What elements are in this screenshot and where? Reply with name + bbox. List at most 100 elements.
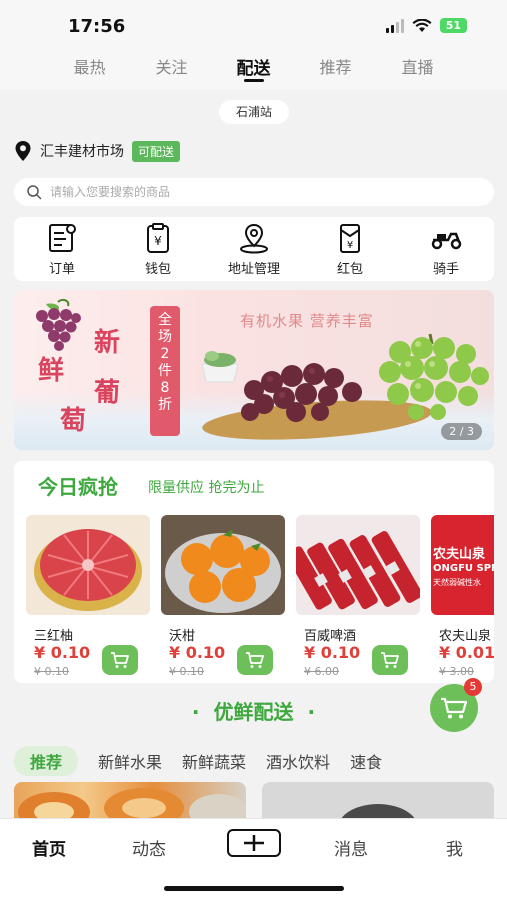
promo-discount-box: 全 场 2 件 8 折 <box>150 306 180 436</box>
deliverable-badge: 可配送 <box>132 140 181 162</box>
product-name: 沃柑 <box>169 629 196 644</box>
status-time: 17:56 <box>68 16 126 37</box>
feed-card[interactable] <box>262 782 494 852</box>
quick-label: 地址管理 <box>227 261 280 277</box>
order-icon <box>49 223 76 252</box>
feed-card[interactable] <box>14 782 246 822</box>
wallet-icon: ¥ <box>147 222 169 253</box>
category-tab-recommend[interactable]: 推荐 <box>14 746 79 776</box>
category-tab-drinks[interactable]: 酒水饮料 <box>266 749 330 773</box>
nav-home[interactable]: 首页 <box>32 835 66 860</box>
cart-icon <box>246 652 264 668</box>
product-original-price: ¥ 6.00 <box>304 665 339 678</box>
add-to-cart-button[interactable] <box>372 645 408 675</box>
product-price: ¥ 0.10 <box>304 643 361 662</box>
svg-text:¥: ¥ <box>154 234 162 248</box>
cart-icon <box>111 652 129 668</box>
plus-icon <box>244 835 264 851</box>
cart-icon <box>381 652 399 668</box>
product-original-price: ¥ 3.00 <box>439 665 474 678</box>
water-label-sub: 天然弱碱性水 <box>433 578 481 587</box>
promo-char: 8 <box>160 380 170 396</box>
search-icon <box>27 185 42 200</box>
product-card[interactable]: 三红柚 ¥ 0.10 ¥ 0.10 <box>26 515 150 678</box>
banner-title-char: 新 <box>94 328 121 358</box>
product-original-price: ¥ 0.10 <box>169 665 204 678</box>
category-tab-fruit[interactable]: 新鲜水果 <box>98 749 162 773</box>
search-input[interactable] <box>50 185 450 199</box>
banner-slogan: 有机水果 营养丰富 <box>240 312 374 330</box>
category-tab-vegetables[interactable]: 新鲜蔬菜 <box>182 749 246 773</box>
product-image <box>338 804 418 852</box>
station-selector[interactable]: 石浦站 <box>219 100 289 124</box>
location-icon <box>240 223 268 253</box>
tab-follow[interactable]: 关注 <box>131 48 213 90</box>
banner-title-char: 鲜 <box>38 356 65 386</box>
add-to-cart-button[interactable] <box>237 645 273 675</box>
beer-image <box>296 515 420 615</box>
product-price: ¥ 0.10 <box>34 643 91 662</box>
cart-count-badge: 5 <box>464 678 482 696</box>
banner-title-char: 萄 <box>60 406 87 436</box>
heading-dot: · <box>307 700 316 724</box>
tab-hot[interactable]: 最热 <box>49 48 131 90</box>
product-price: ¥ 0.10 <box>169 643 226 662</box>
quick-label: 骑手 <box>432 261 459 277</box>
pumpkin-image <box>18 788 246 822</box>
quick-item-order[interactable]: 订单 <box>22 222 102 277</box>
tab-recommend[interactable]: 推荐 <box>295 48 377 90</box>
product-original-price: ¥ 0.10 <box>34 665 69 678</box>
svg-text:¥: ¥ <box>347 240 353 251</box>
section-heading-text: 优鲜配送 <box>213 700 294 724</box>
promo-char: 件 <box>158 363 172 379</box>
product-name: 三红柚 <box>34 629 74 644</box>
flash-sale-card: 今日疯抢 限量供应 抢完为止 三红柚 ¥ 0.10 ¥ 0.10 沃柑 ¥ 0.… <box>14 461 494 683</box>
section-heading: · 优鲜配送 · <box>0 696 507 725</box>
product-card[interactable]: 百威啤酒 ¥ 0.10 ¥ 6.00 <box>296 515 420 678</box>
quick-menu: 订单 ¥ 钱包 地址管理 ¥ 红包 骑手 <box>14 217 494 281</box>
battery-indicator: 51 <box>439 18 467 33</box>
product-name: 百威啤酒 <box>304 629 357 644</box>
green-grapes-image <box>379 333 489 420</box>
scooter-icon <box>431 232 462 249</box>
product-name: 农夫山泉 <box>439 629 492 644</box>
promo-banner[interactable]: 新 鲜 葡 萄 全 场 2 件 8 折 有机水果 营养丰富 2 / 3 <box>14 290 494 450</box>
promo-char: 2 <box>160 346 170 362</box>
add-to-cart-button[interactable] <box>102 645 138 675</box>
quick-item-address[interactable]: 地址管理 <box>214 222 294 277</box>
search-bar[interactable] <box>14 178 494 206</box>
category-tabs: 推荐 新鲜水果 新鲜蔬菜 酒水饮料 速食 <box>14 746 507 776</box>
location-name: 汇丰建材市场 <box>40 144 124 160</box>
quick-item-wallet[interactable]: ¥ 钱包 <box>118 222 198 277</box>
tab-delivery[interactable]: 配送 <box>213 48 295 90</box>
quick-item-red-envelope[interactable]: ¥ 红包 <box>310 222 390 277</box>
nav-publish-button[interactable] <box>227 829 281 857</box>
quick-label: 红包 <box>336 261 363 277</box>
product-card[interactable]: 农夫山泉 ONGFU SPRING 天然弱碱性水 农夫山泉 ¥ 0.01 ¥ 3… <box>431 515 494 678</box>
water-image: 农夫山泉 ONGFU SPRING 天然弱碱性水 <box>431 515 494 615</box>
top-tabs: 最热 关注 配送 推荐 直播 <box>0 48 507 90</box>
category-tab-instant[interactable]: 速食 <box>350 749 382 773</box>
banner-title-char: 葡 <box>94 378 121 408</box>
promo-char: 全 <box>158 312 172 328</box>
tab-live[interactable]: 直播 <box>377 48 459 90</box>
nav-me[interactable]: 我 <box>446 835 463 860</box>
location-pin-icon <box>15 141 31 161</box>
location-row[interactable]: 汇丰建材市场 可配送 <box>14 140 181 162</box>
flash-sale-subtitle: 限量供应 抢完为止 <box>148 480 265 496</box>
dark-grapes-image <box>241 363 362 422</box>
product-card[interactable]: 沃柑 ¥ 0.10 ¥ 0.10 <box>161 515 285 678</box>
mandarin-image <box>161 515 285 615</box>
promo-char: 折 <box>158 397 172 413</box>
quick-item-rider[interactable]: 骑手 <box>406 222 486 277</box>
nav-moments[interactable]: 动态 <box>132 835 166 860</box>
water-label-latin: ONGFU SPRING <box>433 563 494 574</box>
status-bar: 17:56 51 <box>0 0 507 48</box>
quick-label: 订单 <box>48 261 75 277</box>
pomelo-image <box>26 515 150 615</box>
banner-pager: 2 / 3 <box>441 423 482 440</box>
red-envelope-icon: ¥ <box>340 223 360 253</box>
status-icons: 51 <box>385 18 467 33</box>
quick-label: 钱包 <box>144 261 171 277</box>
nav-messages[interactable]: 消息 <box>334 835 368 860</box>
